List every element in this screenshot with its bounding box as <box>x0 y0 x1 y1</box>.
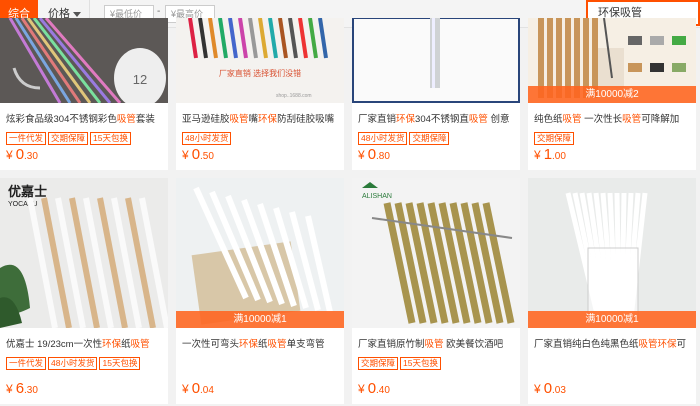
service-tag: 交期保障 <box>409 132 450 145</box>
product-title[interactable]: 炫彩食品级304不锈钢彩色吸管套装 <box>6 111 166 125</box>
service-tag: 交期保障 <box>358 357 399 370</box>
promo-badge: 满10000减1 <box>528 311 696 328</box>
price-range-dash: - <box>157 6 161 17</box>
product-title[interactable]: 厂家直销原竹制吸管 欧美餐饮酒吧 <box>358 336 518 350</box>
service-tag: 48小时发货 <box>358 132 408 145</box>
product-title[interactable]: 亚马逊硅胶吸管嘴环保防刮硅胶吸嘴 <box>182 111 342 125</box>
service-tags: 48小时发货 <box>182 128 233 145</box>
service-tag: 交期保障 <box>534 132 575 145</box>
service-tags: 交期保障 <box>534 128 576 145</box>
product-price: ¥0.30 <box>6 146 38 163</box>
service-tags: 交期保障 15天包换 <box>358 353 443 370</box>
svg-text:shop..1688.com: shop..1688.com <box>276 93 312 99</box>
service-tag: 一件代发 <box>6 357 47 370</box>
service-tags: 一件代发 交期保障 15天包换 <box>6 128 133 145</box>
product-price: ¥6.30 <box>6 380 38 397</box>
product-price: ¥0.50 <box>182 146 214 163</box>
product-card[interactable]: 满10000减1 厂家直销纯白色纯黑色纸吸管环保可 ¥0.03 <box>528 178 696 404</box>
product-card[interactable]: 厂家直销环保304不锈钢直吸管 创意 48小时发货 交期保障 ¥0.80 <box>352 18 520 170</box>
product-image[interactable]: 12 <box>0 18 168 103</box>
svg-text:ALISHAN: ALISHAN <box>362 193 392 200</box>
product-image[interactable] <box>176 178 344 328</box>
product-price: ¥1.00 <box>534 146 566 163</box>
product-price: ¥0.80 <box>358 146 390 163</box>
product-image[interactable]: ALISHAN <box>352 178 520 328</box>
product-card[interactable]: 满10000减2 纯色纸吸管 一次性长吸管可降解加 交期保障 ¥1.00 <box>528 18 696 170</box>
product-card[interactable]: ALISHAN 厂家直销原竹制吸管 欧美餐饮酒吧 交期保障 15天包换 ¥0.40 <box>352 178 520 404</box>
product-price: ¥0.40 <box>358 380 390 397</box>
service-tag: 15天包换 <box>90 132 131 145</box>
service-tags: 一件代发 48小时发货 15天包换 <box>6 353 142 370</box>
product-price: ¥0.04 <box>182 380 214 397</box>
caret-down-icon <box>73 11 81 17</box>
svg-text:优嘉士: 优嘉士 <box>8 184 47 199</box>
service-tag: 一件代发 <box>6 132 47 145</box>
service-tag: 交期保障 <box>48 132 89 145</box>
service-tags: 48小时发货 交期保障 <box>358 128 451 145</box>
svg-text:12: 12 <box>133 72 147 87</box>
product-price: ¥0.03 <box>534 380 566 397</box>
service-tag: 15天包换 <box>400 357 441 370</box>
product-card[interactable]: 满10000减1 一次性可弯头环保纸吸管单支弯管 ¥0.04 <box>176 178 344 404</box>
service-tag: 15天包换 <box>99 357 141 370</box>
product-title[interactable]: 厂家直销环保304不锈钢直吸管 创意 <box>358 111 518 125</box>
promo-badge: 满10000减1 <box>176 311 344 328</box>
product-title[interactable]: 一次性可弯头环保纸吸管单支弯管 <box>182 336 342 350</box>
product-image[interactable]: 优嘉士 YOCASU <box>0 178 168 328</box>
service-tag: 48小时发货 <box>182 132 232 145</box>
product-title[interactable]: 优嘉士 19/23cm一次性环保纸吸管 <box>6 336 166 350</box>
svg-text:厂家直销 选择我们没错: 厂家直销 选择我们没错 <box>219 68 301 78</box>
product-image[interactable]: 厂家直销 选择我们没错 shop..1688.com <box>176 18 344 103</box>
product-image[interactable] <box>528 178 696 328</box>
promo-badge: 满10000减2 <box>528 86 696 103</box>
product-title[interactable]: 厂家直销纯白色纯黑色纸吸管环保可 <box>534 336 694 350</box>
product-card[interactable]: 厂家直销 选择我们没错 shop..1688.com 亚马逊硅胶吸管嘴环保防刮硅胶吸… <box>176 18 344 170</box>
product-title[interactable]: 纯色纸吸管 一次性长吸管可降解加 <box>534 111 694 125</box>
service-tag: 48小时发货 <box>48 357 98 370</box>
product-card[interactable]: 优嘉士 YOCASU 优嘉士 19/23cm一次性环保纸吸管 一件代发 48小时发货 15… <box>0 178 168 404</box>
product-card[interactable]: 12 炫彩食品级304不锈钢彩色吸管套装 一件代发 交期保障 15天包换 ¥0.30 <box>0 18 168 170</box>
product-image[interactable] <box>352 18 520 103</box>
